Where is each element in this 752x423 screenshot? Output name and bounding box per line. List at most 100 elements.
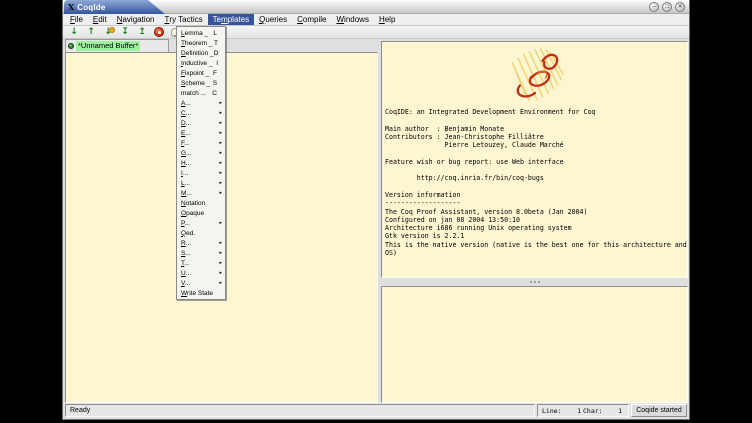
menu-edit[interactable]: Edit xyxy=(88,14,112,25)
submenu-arrow-icon: ▸ xyxy=(217,120,222,126)
menu-item-accelerator: T xyxy=(212,40,218,47)
menu-templates[interactable]: Templates xyxy=(208,14,254,25)
menu-item-label: Inductive _ xyxy=(181,60,212,67)
coq-rooster-logo xyxy=(487,46,583,108)
forward-one-step-icon[interactable]: ↓ xyxy=(69,27,79,38)
menu-compile[interactable]: Compile xyxy=(292,14,331,25)
submenu-arrow-icon: ▸ xyxy=(217,280,222,286)
line-value: 1 xyxy=(562,407,583,415)
menu-item-label: C... xyxy=(181,110,210,117)
submenu-arrow-icon: ▸ xyxy=(217,240,222,246)
menu-item-label: Opaque xyxy=(181,210,210,217)
menu-item-label: A... xyxy=(181,100,210,107)
templates-menu-item[interactable]: R... ▸ xyxy=(177,238,225,248)
templates-menu-item[interactable]: S... ▸ xyxy=(177,248,225,258)
templates-menu-item[interactable]: C... ▸ xyxy=(177,108,225,118)
menu-item-accelerator: F xyxy=(210,70,217,77)
menubar: File Edit Navigation Try Tactics Templat… xyxy=(63,14,689,26)
toolbar: ↓ ↑ ↓ ↧ ↥ xyxy=(63,26,689,39)
submenu-arrow-icon: ▸ xyxy=(217,220,222,226)
templates-menu-item[interactable]: F... ▸ xyxy=(177,138,225,148)
buffer-tab[interactable]: *Unnamed Buffer* xyxy=(65,39,169,52)
templates-menu-item[interactable]: L... ▸ xyxy=(177,178,225,188)
submenu-arrow-icon: ▸ xyxy=(217,110,222,116)
menu-item-label: S... xyxy=(181,250,210,257)
templates-menu-item[interactable]: M... ▸ xyxy=(177,188,225,198)
maximize-button[interactable]: □ xyxy=(662,2,672,12)
about-line: CoqIDE: an Integrated Development Enviro… xyxy=(385,108,688,116)
templates-menu-item[interactable]: P... ▸ xyxy=(177,218,225,228)
menu-item-label: H... xyxy=(181,160,210,167)
menu-item-label: I... xyxy=(181,170,210,177)
titlebar[interactable]: X CoqIde – □ ✕ xyxy=(63,0,689,14)
right-pane: CoqIDE: an Integrated Development Enviro… xyxy=(381,41,688,403)
templates-menu-item[interactable]: T... ▸ xyxy=(177,258,225,268)
go-to-start-icon[interactable]: ↥ xyxy=(137,27,147,38)
close-button[interactable]: ✕ xyxy=(675,2,685,12)
submenu-arrow-icon: ▸ xyxy=(217,160,222,166)
templates-menu-item[interactable]: Inductive _ I xyxy=(177,58,225,68)
templates-menu-item[interactable]: V... ▸ xyxy=(177,278,225,288)
minimize-button[interactable]: – xyxy=(649,2,659,12)
templates-menu-popup: Lemma _ L Theorem _ T Definition _ D Ind… xyxy=(176,26,226,300)
char-value: 1 xyxy=(603,407,624,415)
about-text: CoqIDE: an Integrated Development Enviro… xyxy=(382,106,687,257)
goals-panel: CoqIDE: an Integrated Development Enviro… xyxy=(381,41,688,278)
coqide-window: X CoqIde – □ ✕ File Edit Navigation Try … xyxy=(62,0,690,420)
menu-item-label: V... xyxy=(181,280,210,287)
templates-menu-item[interactable]: D... ▸ xyxy=(177,118,225,128)
templates-menu-item[interactable]: I... ▸ xyxy=(177,168,225,178)
menu-item-accelerator: I xyxy=(212,60,218,67)
status-bar: Ready Line: 1 Char: 1 Coqide started xyxy=(64,403,688,418)
menu-item-label: Fixpoint _ xyxy=(181,70,210,77)
menu-windows[interactable]: Windows xyxy=(331,14,373,25)
templates-menu-item[interactable]: H... ▸ xyxy=(177,158,225,168)
templates-menu-item[interactable]: E... ▸ xyxy=(177,128,225,138)
menu-item-label: Notation xyxy=(181,200,210,207)
templates-menu-item[interactable]: A... ▸ xyxy=(177,98,225,108)
submenu-arrow-icon: ▸ xyxy=(217,270,222,276)
menu-queries[interactable]: Queries xyxy=(254,14,292,25)
menu-try-tactics[interactable]: Try Tactics xyxy=(160,14,208,25)
interrupt-icon[interactable] xyxy=(154,27,164,37)
menu-help[interactable]: Help xyxy=(374,14,400,25)
menu-navigation[interactable]: Navigation xyxy=(112,14,160,25)
pane-splitter[interactable] xyxy=(381,278,688,286)
templates-menu-item[interactable]: Theorem _ T xyxy=(177,38,225,48)
about-line: The Coq Proof Assistant, version 8.0beta… xyxy=(385,208,688,216)
status-notice-box: Coqide started xyxy=(631,404,687,417)
menu-file[interactable]: File xyxy=(65,14,88,25)
window-controls: – □ ✕ xyxy=(649,2,685,12)
templates-menu-item[interactable]: match ... C xyxy=(177,88,225,98)
templates-menu-item[interactable]: Notation xyxy=(177,198,225,208)
templates-menu-item[interactable]: Qed. xyxy=(177,228,225,238)
x11-icon: X xyxy=(68,3,74,11)
go-to-end-icon[interactable]: ↧ xyxy=(120,27,130,38)
go-to-cursor-icon[interactable]: ↓ xyxy=(103,27,113,38)
menu-item-accelerator: C xyxy=(210,90,217,97)
status-ready-text: Ready xyxy=(70,407,90,414)
menu-item-label: M... xyxy=(181,190,210,197)
templates-menu-item[interactable]: Opaque xyxy=(177,208,225,218)
menu-item-label: R... xyxy=(181,240,210,247)
templates-menu-item[interactable]: Definition _ D xyxy=(177,48,225,58)
templates-menu-item[interactable]: U... ▸ xyxy=(177,268,225,278)
submenu-arrow-icon: ▸ xyxy=(217,260,222,266)
templates-menu-item[interactable]: G... ▸ xyxy=(177,148,225,158)
backward-one-step-icon[interactable]: ↑ xyxy=(86,27,96,38)
menu-item-label: Lemma _ xyxy=(181,30,210,37)
messages-panel xyxy=(381,286,688,403)
about-line: ------------------- xyxy=(385,199,688,207)
templates-menu-item[interactable]: Write State xyxy=(177,288,225,298)
about-line: Pierre Letouzey, Claude Marché xyxy=(385,141,688,149)
templates-menu-item[interactable]: Fixpoint _ F xyxy=(177,68,225,78)
submenu-arrow-icon: ▸ xyxy=(217,250,222,256)
templates-menu-item[interactable]: Scheme _ S xyxy=(177,78,225,88)
templates-menu-item[interactable]: Lemma _ L xyxy=(177,28,225,38)
menu-item-accelerator: L xyxy=(210,30,217,37)
about-line xyxy=(385,149,688,157)
menu-item-label: L... xyxy=(181,180,210,187)
submenu-arrow-icon: ▸ xyxy=(217,140,222,146)
about-line: Version information xyxy=(385,191,688,199)
menu-item-label: Write State xyxy=(181,290,213,297)
